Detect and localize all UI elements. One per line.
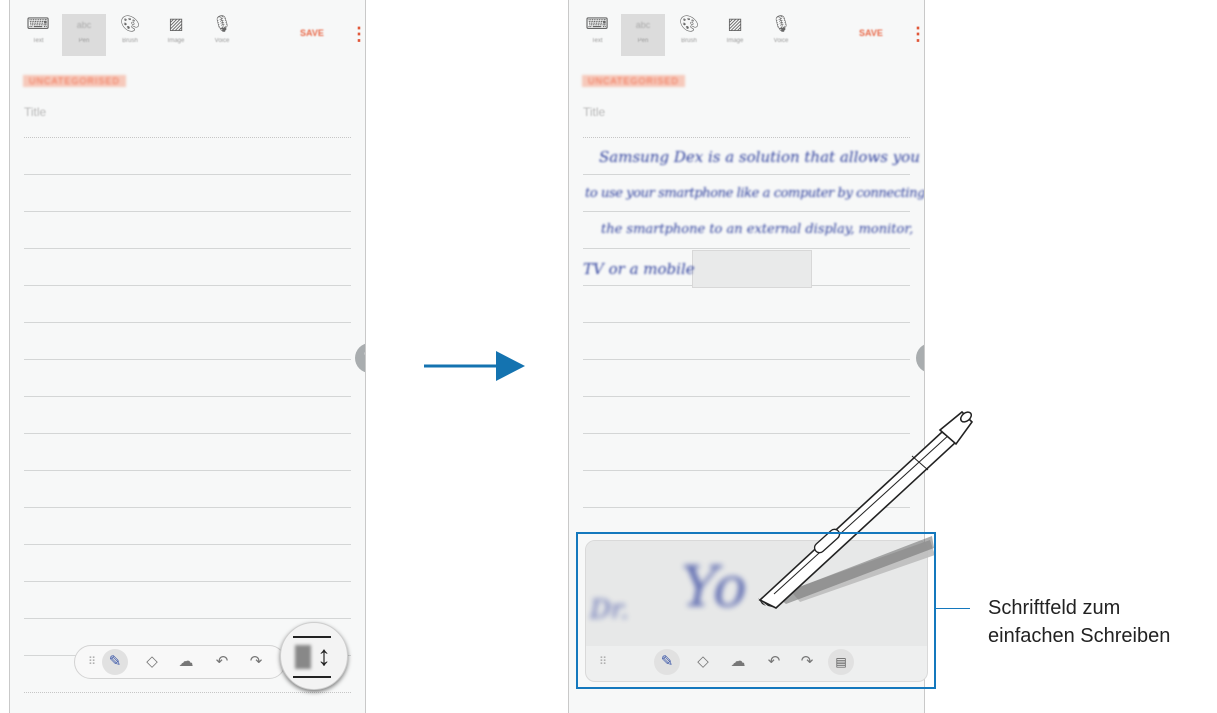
callout-leader-line xyxy=(936,608,970,609)
callout-label: Schriftfeld zum einfachen Schreiben xyxy=(988,594,1170,650)
writing-pad-highlight xyxy=(576,532,936,689)
callout-line-1: Schriftfeld zum xyxy=(988,597,1121,619)
callout-line-2: einfachen Schreiben xyxy=(988,625,1171,647)
